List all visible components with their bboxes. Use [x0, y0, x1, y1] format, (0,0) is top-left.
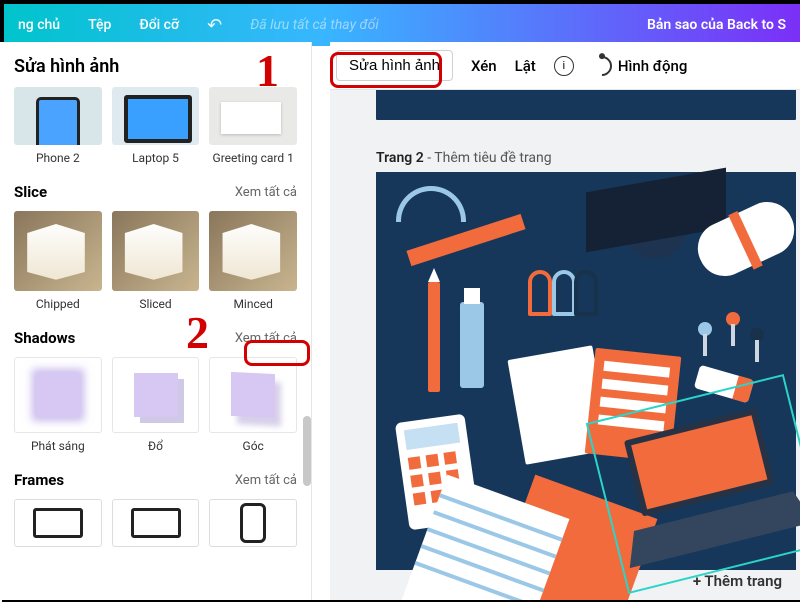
- frames-see-all[interactable]: Xem tất cả: [235, 473, 297, 488]
- annotation-number-1: 1: [256, 44, 279, 97]
- slice-title: Slice: [14, 183, 47, 201]
- animate-button[interactable]: Hình động: [592, 56, 688, 76]
- shadow-label: Đổ: [112, 439, 200, 453]
- paperclip-graphic[interactable]: [552, 270, 576, 316]
- flip-button[interactable]: Lật: [515, 57, 536, 75]
- frames-section-header: Frames Xem tất cả: [14, 471, 297, 489]
- pushpin-graphic[interactable]: [698, 322, 712, 336]
- panel-scrollbar[interactable]: [303, 416, 311, 486]
- protractor-graphic[interactable]: [396, 186, 466, 222]
- crop-button[interactable]: Xén: [471, 57, 497, 75]
- pencil-graphic[interactable]: [428, 282, 440, 392]
- save-status: Đã lưu tất cả thay đổi: [250, 17, 378, 33]
- home-menu[interactable]: ng chủ: [18, 17, 60, 33]
- shadow-angle[interactable]: Góc: [209, 357, 297, 453]
- slice-see-all[interactable]: Xem tất cả: [235, 185, 297, 200]
- info-icon[interactable]: i: [554, 56, 574, 76]
- mockups-row: Phone 2 Laptop 5 Greeting card 1: [14, 87, 297, 165]
- slice-sliced[interactable]: Sliced: [112, 211, 200, 311]
- page-2-header[interactable]: Trang 2 - Thêm tiêu đề trang: [376, 150, 552, 166]
- shadow-label: Góc: [209, 439, 297, 453]
- page-2-canvas[interactable]: [376, 172, 796, 570]
- slice-row: Chipped Sliced Minced: [14, 211, 297, 311]
- frame-phone[interactable]: [209, 499, 297, 547]
- highlighter-graphic[interactable]: [460, 302, 484, 388]
- slice-minced[interactable]: Minced: [209, 211, 297, 311]
- paperclip-graphic[interactable]: [528, 270, 552, 316]
- mockup-phone[interactable]: Phone 2: [14, 87, 102, 165]
- shadows-title: Shadows: [14, 329, 75, 347]
- slice-label: Minced: [209, 297, 297, 311]
- shadow-drop[interactable]: Đổ: [112, 357, 200, 453]
- mockup-greeting-card[interactable]: Greeting card 1: [209, 87, 297, 165]
- undo-icon[interactable]: ↶: [207, 15, 222, 36]
- slice-label: Chipped: [14, 297, 102, 311]
- frame-rect-1[interactable]: [14, 499, 102, 547]
- shadows-row: Phát sáng Đổ Góc: [14, 357, 297, 453]
- animate-label: Hình động: [618, 57, 688, 75]
- file-menu[interactable]: Tệp: [88, 17, 111, 33]
- shadow-label: Phát sáng: [14, 439, 102, 453]
- resize-menu[interactable]: Đổi cỡ: [139, 17, 179, 33]
- frames-title: Frames: [14, 471, 64, 489]
- frames-row: [14, 499, 297, 547]
- slice-section-header: Slice Xem tất cả: [14, 183, 297, 201]
- annotation-box-2: [244, 340, 310, 366]
- top-menu-bar: ng chủ Tệp Đổi cỡ ↶ Đã lưu tất cả thay đ…: [4, 4, 800, 46]
- shadow-glow[interactable]: Phát sáng: [14, 357, 102, 453]
- frame-rect-2[interactable]: [112, 499, 200, 547]
- slice-chipped[interactable]: Chipped: [14, 211, 102, 311]
- canvas-area[interactable]: Trang 2 - Thêm tiêu đề trang + Thêm tran…: [330, 90, 800, 600]
- panel-title: Sửa hình ảnh: [14, 42, 297, 87]
- pushpin-graphic[interactable]: [750, 328, 764, 342]
- mockup-label: Laptop 5: [112, 151, 200, 165]
- mockup-label: Greeting card 1: [209, 151, 297, 165]
- add-page-button[interactable]: + Thêm trang: [693, 572, 782, 590]
- mockup-laptop[interactable]: Laptop 5: [112, 87, 200, 165]
- annotation-number-2: 2: [186, 306, 209, 359]
- document-title[interactable]: Bản sao của Back to S: [647, 17, 786, 33]
- animate-icon: [588, 51, 616, 79]
- annotation-box-1: [330, 52, 442, 88]
- edit-image-panel: Sửa hình ảnh Phone 2 Laptop 5 Greeting c…: [0, 42, 312, 600]
- mockup-label: Phone 2: [14, 151, 102, 165]
- page-1-strip[interactable]: [376, 90, 796, 120]
- pushpin-graphic[interactable]: [726, 312, 740, 326]
- paperclip-graphic[interactable]: [574, 270, 598, 316]
